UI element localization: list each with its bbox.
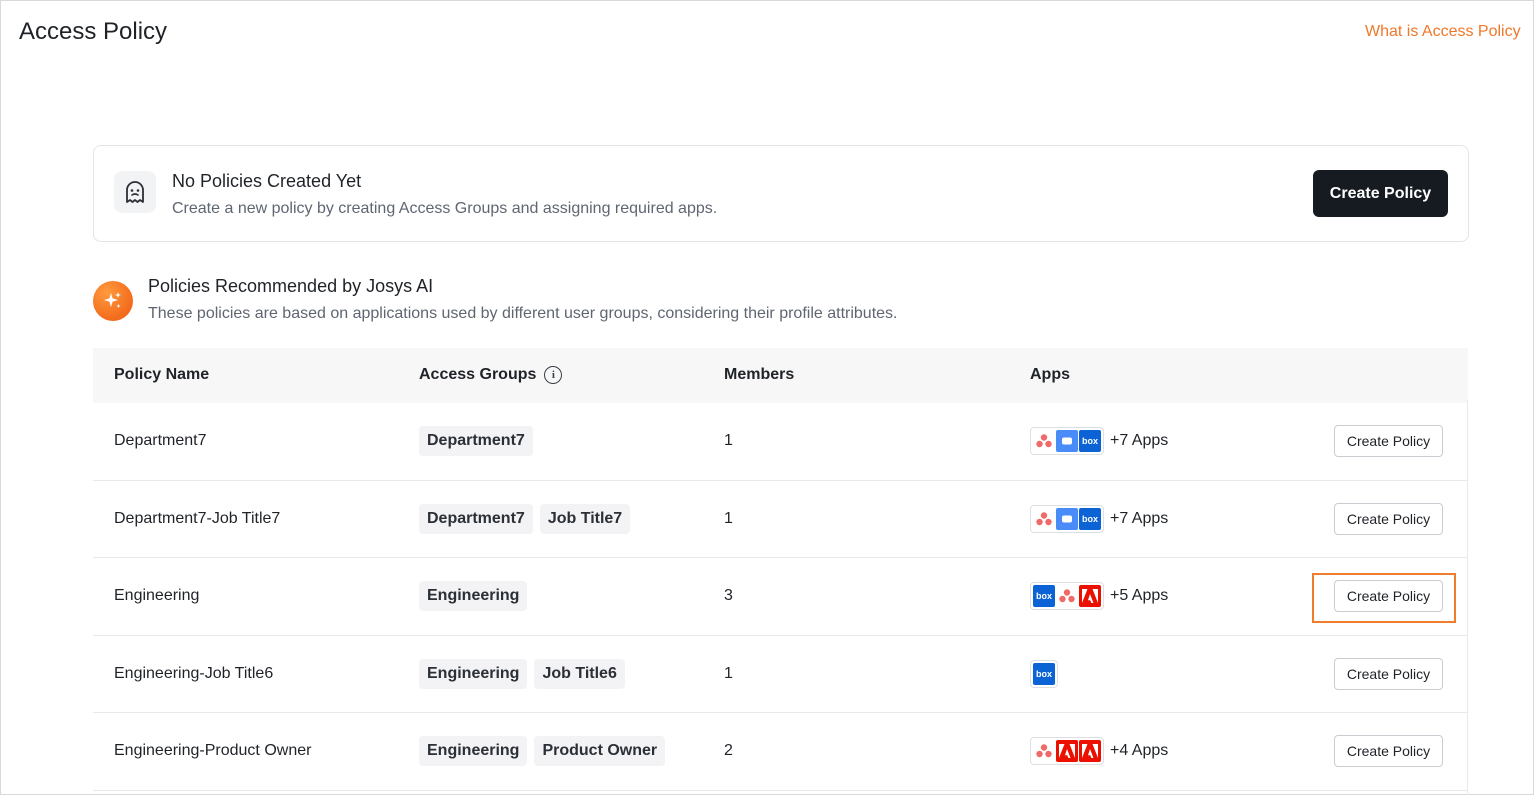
app-icon-stack[interactable]: box bbox=[1030, 659, 1058, 688]
apps-cell: box +7 Apps bbox=[1030, 403, 1168, 480]
access-group-chip: Department7 bbox=[419, 503, 533, 534]
row-create-policy-button[interactable]: Create Policy bbox=[1334, 735, 1443, 768]
zoom-icon bbox=[1056, 507, 1078, 530]
more-apps-count[interactable]: +7 Apps bbox=[1110, 432, 1168, 450]
app-icon-stack[interactable]: box bbox=[1030, 582, 1104, 611]
row-action-cell: Create Policy bbox=[1334, 481, 1443, 558]
box-icon-text: box bbox=[1081, 513, 1098, 524]
sparkle-icon bbox=[93, 281, 133, 321]
more-apps-count[interactable]: +4 Apps bbox=[1110, 742, 1168, 760]
box-icon-text: box bbox=[1081, 436, 1098, 447]
column-header-apps: Apps bbox=[1030, 366, 1070, 384]
access-groups-cell: Engineering bbox=[419, 558, 528, 635]
app-icon-stack[interactable]: box bbox=[1030, 427, 1104, 456]
members-count: 1 bbox=[724, 432, 733, 450]
app-icon-stack[interactable]: box bbox=[1030, 504, 1104, 533]
asana-icon bbox=[1033, 740, 1055, 763]
empty-state-card: No Policies Created Yet Create a new pol… bbox=[93, 145, 1469, 242]
empty-state-title: No Policies Created Yet bbox=[172, 171, 362, 191]
apps-cell: box +5 Apps bbox=[1030, 558, 1168, 635]
adobe-icon bbox=[1079, 740, 1101, 763]
policy-name: Engineering-Product Owner bbox=[114, 742, 312, 760]
members-count: 2 bbox=[724, 742, 733, 760]
column-header-members: Members bbox=[724, 366, 794, 384]
row-action-cell: Create Policy bbox=[1334, 403, 1443, 480]
zoom-icon bbox=[1056, 430, 1078, 453]
access-group-chip: Product Owner bbox=[534, 736, 666, 767]
asana-icon bbox=[1056, 585, 1078, 608]
table-row: Department7 Department7 1 box +7 Apps Cr… bbox=[93, 403, 1468, 481]
box-icon: box bbox=[1079, 507, 1101, 530]
info-icon[interactable]: i bbox=[544, 366, 563, 384]
box-icon-text: box bbox=[1035, 591, 1052, 602]
access-groups-cell: Engineering Product Owner bbox=[419, 713, 666, 790]
adobe-icon bbox=[1079, 585, 1101, 608]
table-row: Department7-Job Title7 Department7 Job Ti… bbox=[93, 481, 1468, 558]
column-header-policy-name: Policy Name bbox=[114, 366, 209, 384]
row-create-policy-button[interactable]: Create Policy bbox=[1334, 502, 1443, 535]
page-title: Access Policy bbox=[19, 18, 168, 45]
column-header-access-groups: Access Groups i bbox=[419, 366, 563, 384]
table-row: Engineering Engineering 3 box +5 Apps Cr… bbox=[93, 558, 1468, 636]
what-is-access-policy-link[interactable]: What is Access Policy bbox=[1365, 23, 1521, 41]
policy-name: Engineering bbox=[114, 587, 200, 605]
box-icon: box bbox=[1033, 662, 1055, 685]
column-label: Members bbox=[724, 366, 795, 383]
asana-icon bbox=[1033, 430, 1055, 453]
row-action-cell: Create Policy bbox=[1334, 636, 1443, 713]
recommended-policies-table: Policy Name Access Groups i Members Apps… bbox=[93, 348, 1468, 791]
apps-cell: box bbox=[1030, 636, 1058, 713]
recommended-subtitle: These policies are based on applications… bbox=[148, 305, 898, 322]
row-create-policy-button[interactable]: Create Policy bbox=[1334, 425, 1443, 458]
table-body: Department7 Department7 1 box +7 Apps Cr… bbox=[93, 403, 1468, 791]
box-icon-text: box bbox=[1035, 668, 1052, 679]
access-group-chip: Engineering bbox=[419, 581, 528, 612]
table-header: Policy Name Access Groups i Members Apps bbox=[93, 348, 1468, 403]
row-create-policy-button[interactable]: Create Policy bbox=[1334, 580, 1443, 613]
table-row: Engineering-Product Owner Engineering Pro… bbox=[93, 713, 1468, 791]
apps-cell: box +7 Apps bbox=[1030, 481, 1168, 558]
row-create-policy-button[interactable]: Create Policy bbox=[1334, 657, 1443, 690]
box-icon: box bbox=[1079, 430, 1101, 453]
more-apps-count[interactable]: +5 Apps bbox=[1110, 587, 1168, 605]
access-group-chip: Department7 bbox=[419, 426, 533, 457]
column-label: Access Groups bbox=[419, 366, 537, 383]
access-group-chip: Engineering bbox=[419, 736, 528, 767]
members-count: 3 bbox=[724, 587, 733, 605]
access-groups-cell: Department7 Job Title7 bbox=[419, 481, 631, 558]
ghost-icon bbox=[114, 171, 156, 213]
empty-state-subtitle: Create a new policy by creating Access G… bbox=[172, 200, 718, 217]
recommended-title: Policies Recommended by Josys AI bbox=[148, 276, 434, 296]
app-icon-stack[interactable] bbox=[1030, 737, 1104, 766]
column-label: Apps bbox=[1030, 366, 1070, 383]
table-row: Engineering-Job Title6 Engineering Job Ti… bbox=[93, 636, 1468, 713]
access-group-chip: Engineering bbox=[419, 658, 528, 689]
row-action-cell: Create Policy bbox=[1334, 558, 1443, 635]
apps-cell: +4 Apps bbox=[1030, 713, 1168, 790]
access-group-chip: Job Title7 bbox=[539, 503, 631, 534]
adobe-icon bbox=[1056, 740, 1078, 763]
box-icon: box bbox=[1033, 585, 1055, 608]
access-groups-cell: Engineering Job Title6 bbox=[419, 636, 625, 713]
more-apps-count[interactable]: +7 Apps bbox=[1110, 510, 1168, 528]
table-right-border bbox=[1467, 400, 1468, 795]
row-action-cell: Create Policy bbox=[1334, 713, 1443, 790]
policy-name: Department7 bbox=[114, 432, 207, 450]
members-count: 1 bbox=[724, 664, 733, 682]
access-group-chip: Job Title6 bbox=[534, 658, 625, 689]
create-policy-button[interactable]: Create Policy bbox=[1313, 170, 1448, 217]
column-label: Policy Name bbox=[114, 366, 210, 383]
asana-icon bbox=[1033, 507, 1055, 530]
access-groups-cell: Department7 bbox=[419, 403, 533, 480]
members-count: 1 bbox=[724, 509, 733, 527]
policy-name: Department7-Job Title7 bbox=[114, 509, 281, 527]
policy-name: Engineering-Job Title6 bbox=[114, 664, 274, 682]
